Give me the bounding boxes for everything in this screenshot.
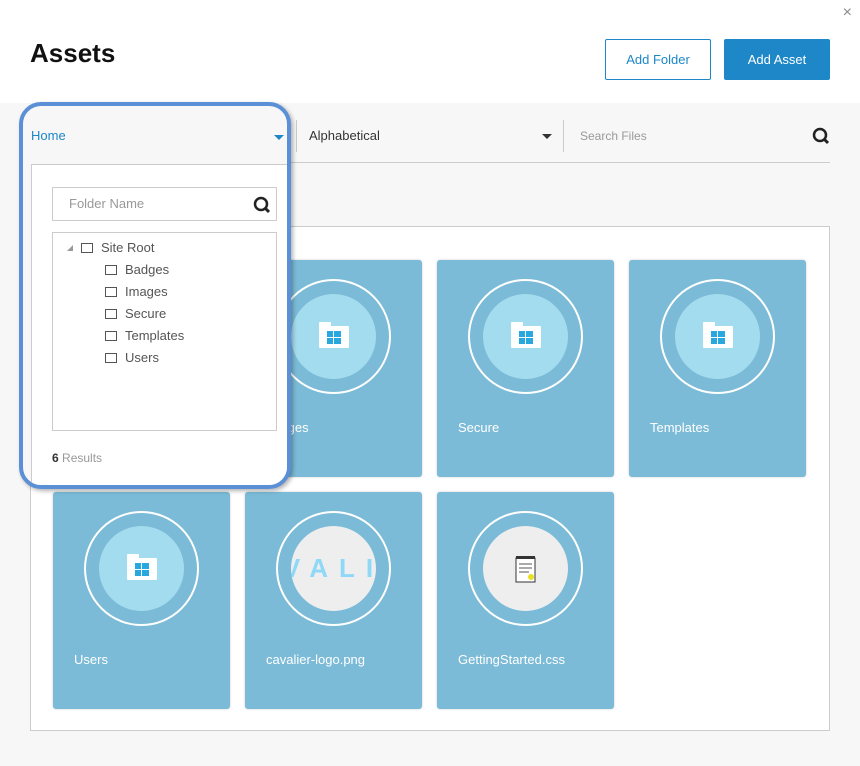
asset-card[interactable]: Users: [53, 492, 230, 709]
tree-node-label: Badges: [125, 262, 170, 277]
card-label: Users: [74, 652, 108, 667]
divider: [296, 120, 297, 152]
expand-triangle-icon[interactable]: [67, 244, 73, 251]
chevron-down-icon[interactable]: [542, 134, 552, 139]
chevron-down-icon[interactable]: [274, 135, 284, 140]
folder-icon: [105, 308, 117, 319]
asset-card[interactable]: Templates: [629, 260, 806, 477]
tree-node[interactable]: Users: [105, 350, 159, 365]
image-thumbnail: VALI: [291, 526, 376, 611]
tree-node[interactable]: Images: [105, 284, 168, 299]
results-number: 6: [52, 451, 59, 465]
tree-node-site-root[interactable]: Site Root: [67, 240, 154, 255]
asset-card[interactable]: Secure: [437, 260, 614, 477]
page-title: Assets: [30, 38, 116, 68]
thumb-ring: [468, 511, 583, 626]
tree-node[interactable]: Secure: [105, 306, 166, 321]
folder-icon: [126, 553, 157, 580]
thumb-ring: [660, 279, 775, 394]
divider: [563, 120, 564, 152]
folder-icon: [81, 242, 93, 253]
document-file-icon: [515, 555, 535, 582]
search-input[interactable]: Search Files: [580, 129, 647, 143]
tree-node[interactable]: Badges: [105, 262, 169, 277]
thumb: [291, 294, 376, 379]
tree-node-label: Users: [125, 350, 159, 365]
folder-icon: [318, 321, 349, 348]
results-label: Results: [62, 451, 103, 465]
header: Assets × Add Folder Add Asset: [0, 0, 860, 103]
folder-icon: [105, 352, 117, 363]
folder-tree: Site Root Badges Images Secure Templates Use…: [52, 232, 277, 431]
tree-node[interactable]: Templates: [105, 328, 184, 343]
folder-select[interactable]: Home: [31, 128, 66, 143]
card-label: cavalier-logo.png: [266, 652, 366, 667]
results-count: 6 Results: [52, 451, 102, 465]
folder-icon: [510, 321, 541, 348]
thumb: [99, 526, 184, 611]
card-label: GettingStarted.css: [458, 652, 565, 667]
thumb-ring: [84, 511, 199, 626]
folder-name-input[interactable]: Folder Name: [52, 187, 277, 221]
asset-card[interactable]: GettingStarted.css: [437, 492, 614, 709]
tree-node-label: Secure: [125, 306, 167, 321]
tree-node-label: Site Root: [101, 240, 155, 255]
folder-icon: [105, 330, 117, 341]
folder-icon: [702, 321, 733, 348]
dropdown-panel: Folder Name Site Root Badges Images Secure…: [31, 164, 287, 485]
thumb-ring: [276, 279, 391, 394]
thumb-ring: [468, 279, 583, 394]
thumb: [483, 526, 568, 611]
add-asset-button[interactable]: Add Asset: [724, 39, 830, 80]
search-icon[interactable]: [812, 127, 830, 145]
card-label: Secure: [458, 420, 500, 435]
tree-node-label: Images: [125, 284, 168, 299]
folder-icon: [105, 286, 117, 297]
thumb-ring: VALI: [276, 511, 391, 626]
add-folder-button[interactable]: Add Folder: [605, 39, 711, 80]
logo-thumbnail-text: VALI: [291, 553, 373, 583]
search-icon[interactable]: [253, 196, 271, 214]
close-icon[interactable]: ×: [843, 4, 852, 22]
sort-select[interactable]: Alphabetical: [309, 128, 380, 143]
folder-icon: [105, 264, 117, 275]
folder-dropdown: Home Folder Name Site Root Badges Images S…: [19, 102, 291, 489]
asset-card[interactable]: VALI cavalier-logo.png: [245, 492, 422, 709]
tree-node-label: Templates: [125, 328, 185, 343]
thumb: [675, 294, 760, 379]
card-label: Templates: [650, 420, 710, 435]
thumb: [483, 294, 568, 379]
